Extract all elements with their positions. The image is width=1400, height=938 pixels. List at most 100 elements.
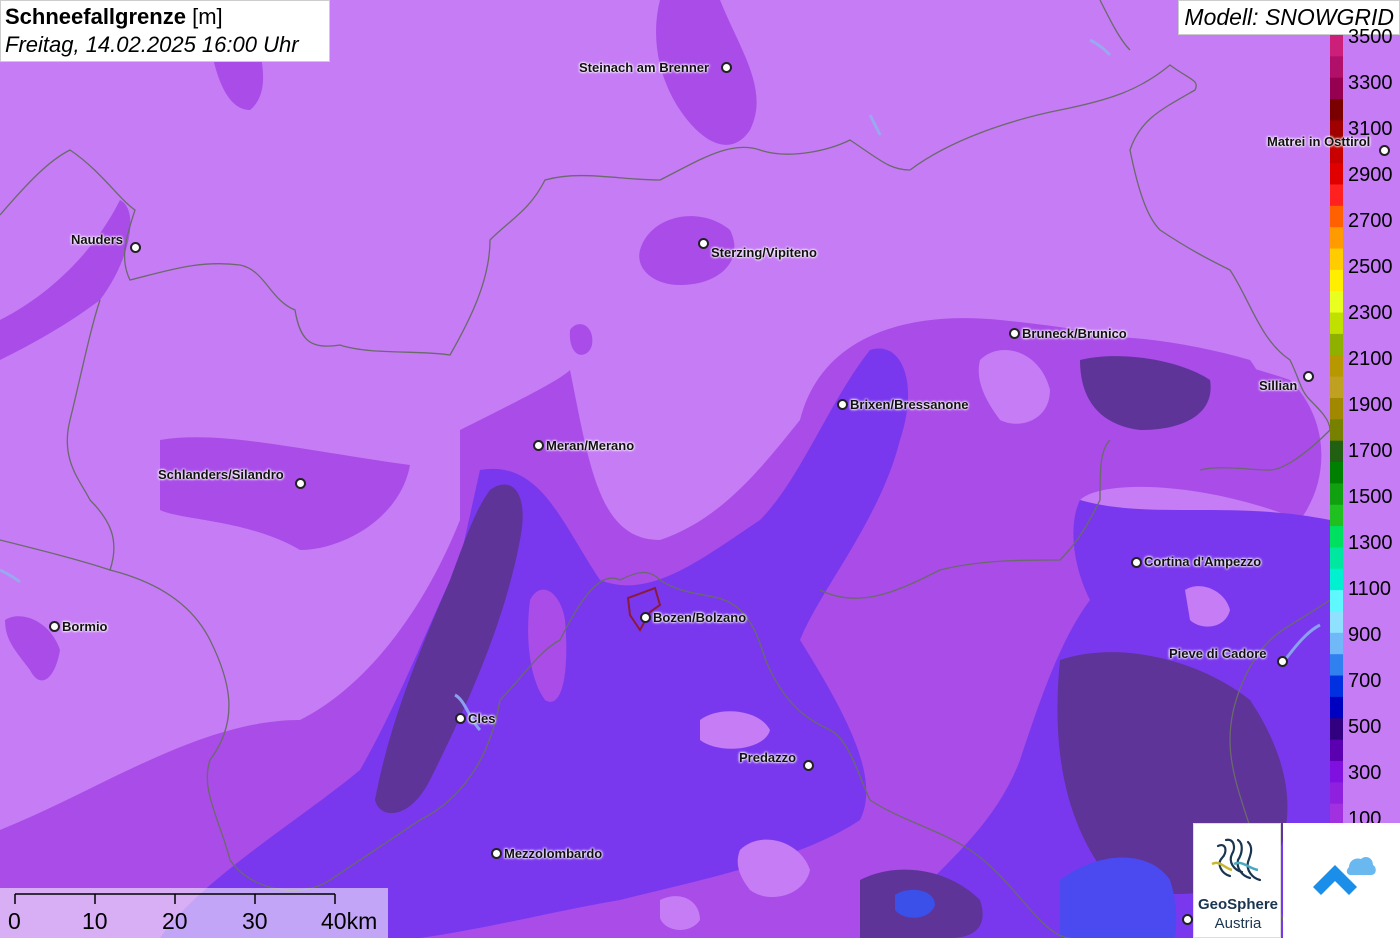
city-label-cortina: Cortina d'Ampezzo bbox=[1144, 554, 1262, 569]
legend-color-swatch bbox=[1330, 184, 1343, 207]
geosphere-logo-icon bbox=[1211, 838, 1262, 882]
city-marker[interactable] bbox=[837, 399, 848, 410]
map-title: Schneefallgrenze [m] bbox=[5, 3, 325, 31]
legend-color-swatch bbox=[1330, 205, 1343, 228]
legend-color-swatch bbox=[1330, 440, 1343, 463]
city-label-pieve: Pieve di Cadore bbox=[1169, 646, 1267, 661]
legend-label: 900 bbox=[1348, 624, 1382, 646]
scale-label: 0 bbox=[8, 908, 21, 934]
legend-color-swatch bbox=[1330, 56, 1343, 79]
geosphere-logo-text: GeoSphere bbox=[1197, 896, 1279, 913]
legend-color-swatch bbox=[1330, 35, 1343, 57]
legend-color-swatch bbox=[1330, 291, 1343, 314]
city-marker[interactable] bbox=[1277, 656, 1288, 667]
city-label-brixen: Brixen/Bressanone bbox=[850, 397, 969, 412]
scale-bar: 0 10 20 30 40km bbox=[0, 888, 388, 938]
legend-color-swatch bbox=[1330, 504, 1343, 527]
city-marker[interactable] bbox=[721, 62, 732, 73]
legend-color-bar bbox=[1330, 35, 1343, 825]
city-marker[interactable] bbox=[1303, 371, 1314, 382]
city-marker[interactable] bbox=[698, 238, 709, 249]
legend-color-swatch bbox=[1330, 269, 1343, 292]
city-marker[interactable] bbox=[491, 848, 502, 859]
legend-color-swatch bbox=[1330, 718, 1343, 741]
city-marker[interactable] bbox=[803, 760, 814, 771]
legend-label: 2100 bbox=[1348, 348, 1393, 370]
city-marker[interactable] bbox=[130, 242, 141, 253]
legend-color-swatch bbox=[1330, 590, 1343, 612]
city-label-schlanders: Schlanders/Silandro bbox=[158, 467, 284, 482]
city-marker[interactable] bbox=[640, 612, 651, 623]
legend-label: 3300 bbox=[1348, 72, 1393, 94]
legend-color-swatch bbox=[1330, 248, 1343, 271]
city-label-mezzolombardo: Mezzolombardo bbox=[504, 846, 603, 861]
city-marker[interactable] bbox=[533, 440, 544, 451]
city-marker[interactable] bbox=[1009, 328, 1020, 339]
legend-label: 1500 bbox=[1348, 486, 1393, 508]
legend-color-swatch bbox=[1330, 397, 1343, 420]
legend-color-swatch bbox=[1330, 547, 1343, 570]
legend-color-swatch bbox=[1330, 376, 1343, 399]
scale-label: 20 bbox=[162, 908, 188, 934]
legend-label: 2700 bbox=[1348, 210, 1393, 232]
city-label-bozen: Bozen/Bolzano bbox=[653, 610, 747, 625]
mountain-cloud-icon bbox=[1313, 857, 1376, 895]
legend-color-swatch bbox=[1330, 483, 1343, 506]
parameter-unit: [m] bbox=[192, 4, 223, 29]
legend-label: 2300 bbox=[1348, 302, 1393, 324]
legend-label: 1100 bbox=[1348, 578, 1392, 600]
city-label-meran: Meran/Merano bbox=[546, 438, 635, 453]
parameter-name: Schneefallgrenze bbox=[5, 4, 186, 29]
legend-color-swatch bbox=[1330, 782, 1343, 805]
legend-label: 1900 bbox=[1348, 394, 1393, 416]
city-label-nauders: Nauders bbox=[71, 232, 124, 247]
legend-color-swatch bbox=[1330, 654, 1343, 677]
city-label-bormio: Bormio bbox=[62, 619, 108, 634]
city-marker[interactable] bbox=[1131, 557, 1142, 568]
legend-color-swatch bbox=[1330, 312, 1343, 335]
legend-label: 300 bbox=[1348, 762, 1382, 784]
legend-color-swatch bbox=[1330, 77, 1343, 100]
color-legend: 3500 3300 3100 2900 2700 2500 2300 2100 1900 1700… bbox=[1328, 27, 1400, 829]
legend-color-swatch bbox=[1330, 568, 1343, 591]
legend-color-swatch bbox=[1330, 739, 1343, 762]
city-label-cles: Cles bbox=[468, 711, 496, 726]
city-marker[interactable] bbox=[455, 713, 466, 724]
city-marker[interactable] bbox=[1182, 914, 1193, 925]
legend-color-swatch bbox=[1330, 526, 1343, 548]
legend-color-swatch bbox=[1330, 632, 1343, 655]
legend-label: 2900 bbox=[1348, 164, 1393, 186]
map-datetime: Freitag, 14.02.2025 16:00 Uhr bbox=[5, 32, 299, 57]
city-label-sterzing: Sterzing/Vipiteno bbox=[711, 245, 817, 260]
legend-label: 2500 bbox=[1348, 256, 1393, 278]
legend-color-swatch bbox=[1330, 355, 1343, 378]
map-title-box: Schneefallgrenze [m] Freitag, 14.02.2025… bbox=[0, 0, 330, 62]
scale-bar-line bbox=[14, 893, 336, 904]
city-label-steinach: Steinach am Brenner bbox=[579, 60, 710, 75]
city-label-bruneck: Bruneck/Brunico bbox=[1022, 326, 1127, 341]
city-marker[interactable] bbox=[295, 478, 306, 489]
legend-label: 3500 bbox=[1348, 26, 1393, 48]
legend-label: 500 bbox=[1348, 716, 1382, 738]
city-label-predazzo: Predazzo bbox=[739, 750, 797, 765]
legend-color-swatch bbox=[1330, 227, 1343, 250]
city-label-sillian: Sillian bbox=[1259, 378, 1298, 393]
legend-label: 1700 bbox=[1348, 440, 1393, 462]
legend-color-swatch bbox=[1330, 760, 1343, 783]
legend-color-swatch bbox=[1330, 462, 1343, 484]
city-label-matrei: Matrei in Osttirol bbox=[1267, 134, 1371, 149]
app-logo[interactable] bbox=[1283, 823, 1400, 938]
legend-color-swatch bbox=[1330, 803, 1343, 825]
legend-color-swatch bbox=[1330, 99, 1343, 121]
legend-color-swatch bbox=[1330, 163, 1343, 185]
city-marker[interactable] bbox=[49, 621, 60, 632]
geosphere-logo-subtext: Austria bbox=[1214, 915, 1262, 932]
legend-label: 700 bbox=[1348, 670, 1382, 692]
legend-label: 1300 bbox=[1348, 532, 1393, 554]
city-marker[interactable] bbox=[1379, 145, 1390, 156]
legend-color-swatch bbox=[1330, 333, 1343, 356]
geosphere-logo[interactable]: GeoSphere Austria bbox=[1193, 823, 1281, 938]
legend-color-swatch bbox=[1330, 675, 1343, 698]
scale-label: 40km bbox=[321, 908, 378, 934]
legend-color-swatch bbox=[1330, 611, 1343, 634]
